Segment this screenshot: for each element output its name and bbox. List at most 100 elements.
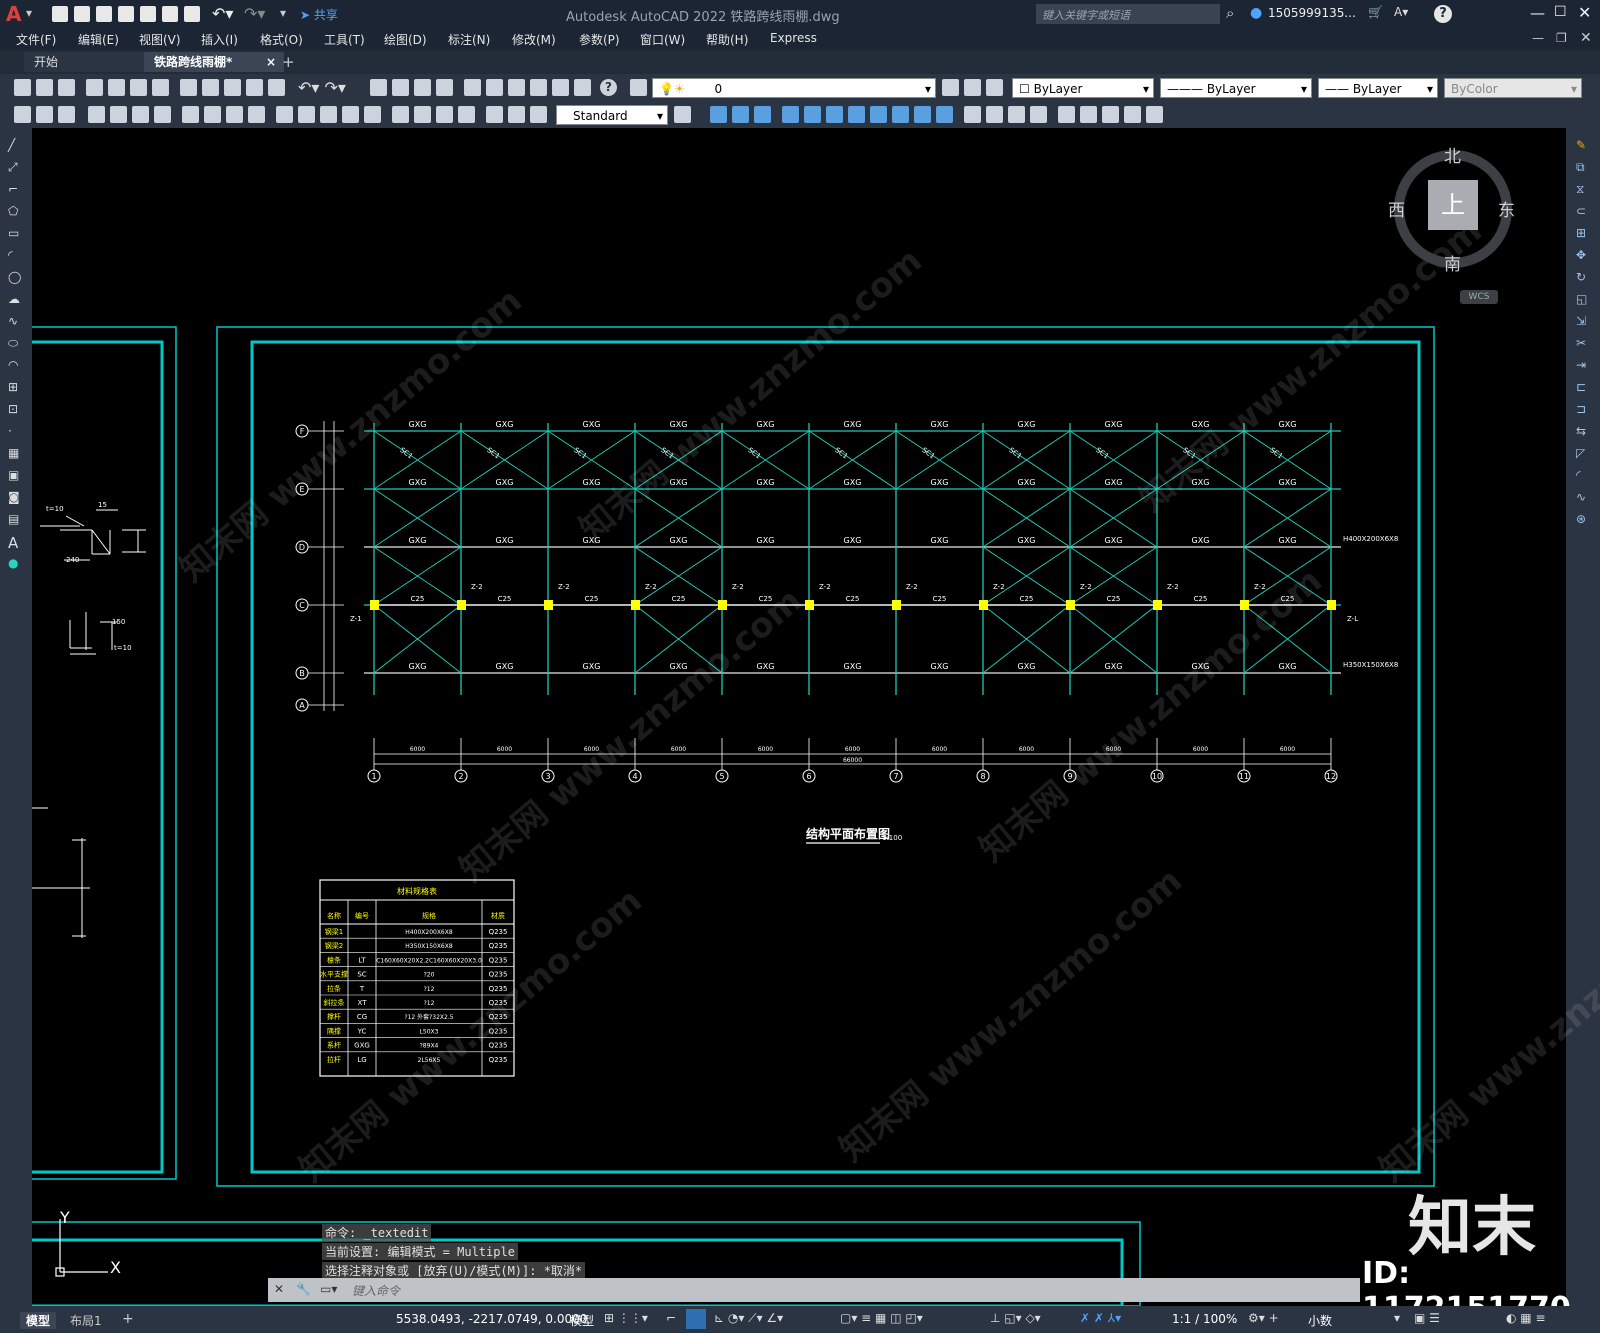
plot-icon[interactable] xyxy=(184,6,200,22)
plotstyle-dropdown[interactable]: ByColor ▾ xyxy=(1444,78,1582,98)
view-tool-8[interactable] xyxy=(870,106,887,123)
dim-radius-icon[interactable] xyxy=(182,106,199,123)
mtext-icon[interactable]: A xyxy=(8,534,18,552)
doc-close-icon[interactable]: ✕ xyxy=(1580,30,1592,46)
tab-layout1[interactable]: 布局1 xyxy=(70,1312,102,1329)
view-tool-2[interactable] xyxy=(732,106,749,123)
view-tool-11[interactable] xyxy=(936,106,953,123)
zoom-prev-icon[interactable] xyxy=(436,79,453,96)
ucs-tool-2[interactable] xyxy=(1080,106,1097,123)
recent-commands-icon[interactable]: ▭▾ xyxy=(320,1282,337,1296)
pan-icon[interactable] xyxy=(370,79,387,96)
add-selected-icon[interactable]: ● xyxy=(8,556,18,570)
menu-draw[interactable]: 绘图(D) xyxy=(384,31,427,48)
menu-view[interactable]: 视图(V) xyxy=(139,31,181,48)
wcs-menu[interactable]: WCS xyxy=(1460,290,1498,304)
extend-icon[interactable]: ⇥ xyxy=(1576,358,1586,372)
menu-modify[interactable]: 修改(M) xyxy=(512,31,556,48)
toolbar-tool-3[interactable] xyxy=(58,106,75,123)
blend-icon[interactable]: ∿ xyxy=(1576,490,1586,504)
design-center-icon[interactable] xyxy=(486,79,503,96)
color-dropdown[interactable]: ☐ ByLayer ▾ xyxy=(1012,78,1154,98)
zoom-window-icon[interactable] xyxy=(414,79,431,96)
circle-icon[interactable]: ◯ xyxy=(8,270,21,284)
stretch-icon[interactable]: ⇲ xyxy=(1576,314,1586,328)
move-icon[interactable]: ✥ xyxy=(1576,248,1586,262)
dim-update-icon[interactable] xyxy=(530,106,547,123)
inspect-icon[interactable] xyxy=(436,106,453,123)
view-tool-3[interactable] xyxy=(754,106,771,123)
make-current-icon[interactable] xyxy=(942,79,959,96)
dim-ordinate-icon[interactable] xyxy=(154,106,171,123)
view-tool-4[interactable] xyxy=(782,106,799,123)
layer-state-icon[interactable] xyxy=(986,79,1003,96)
match-prop-icon[interactable] xyxy=(246,79,263,96)
search-icon[interactable]: ⌕ xyxy=(1226,4,1234,22)
lineweight-dropdown[interactable]: —— ByLayer ▾ xyxy=(1318,78,1438,98)
save-icon[interactable] xyxy=(96,6,112,22)
point-icon[interactable]: · xyxy=(8,424,12,438)
grid-icon[interactable]: ⊞ ⋮⋮▾ xyxy=(604,1311,648,1325)
chamfer-icon[interactable]: ◸ xyxy=(1576,446,1585,460)
model-space-toggle[interactable]: 模型 xyxy=(570,1312,594,1329)
infer-icon[interactable]: ⌐ xyxy=(666,1311,676,1325)
scale-icon[interactable]: ◱ xyxy=(1576,292,1587,306)
qsave-icon[interactable] xyxy=(58,79,75,96)
hardware-accel-icon[interactable]: ▣ ☰ xyxy=(1414,1311,1440,1325)
compass-north[interactable]: 北 xyxy=(1444,142,1461,167)
a360-icon[interactable]: A▾ xyxy=(1394,5,1408,19)
save-web-icon[interactable] xyxy=(162,6,178,22)
dim-style-dropdown[interactable]: Standard ▾ xyxy=(556,105,668,125)
menu-file[interactable]: 文件(F) xyxy=(16,31,56,48)
visual-style-4[interactable] xyxy=(1030,106,1047,123)
customize-icon[interactable]: ▾ xyxy=(280,6,286,20)
copy-icon[interactable] xyxy=(202,79,219,96)
isolate-icon[interactable]: ◐ ▦ ≡ xyxy=(1506,1311,1546,1325)
search-box[interactable]: 键入关键字或短语 xyxy=(1036,4,1220,24)
minimize-icon[interactable]: — xyxy=(1530,4,1545,22)
ucs-tool-1[interactable] xyxy=(1058,106,1075,123)
menu-format[interactable]: 格式(O) xyxy=(260,31,303,48)
command-close-icon[interactable]: ✕ xyxy=(274,1282,284,1296)
workspace-icon[interactable]: ⚙▾ + xyxy=(1248,1311,1279,1325)
quick-dim-icon[interactable] xyxy=(276,106,293,123)
revcloud-icon[interactable]: ☁ xyxy=(8,292,20,306)
erase-icon[interactable]: ✎ xyxy=(1576,138,1586,152)
undo-toolbar-icon[interactable]: ↶▾ ↷▾ xyxy=(298,78,346,97)
ellipse-icon[interactable]: ⬭ xyxy=(8,336,18,351)
mirror-icon[interactable]: ⧖ xyxy=(1576,182,1584,197)
dim-space-icon[interactable] xyxy=(342,106,359,123)
menu-tools[interactable]: 工具(T) xyxy=(324,31,365,48)
polygon-icon[interactable]: ⬠ xyxy=(8,204,18,218)
visual-style-2[interactable] xyxy=(986,106,1003,123)
menu-express[interactable]: Express xyxy=(770,31,817,45)
layer-dropdown[interactable]: 💡☀ 0 ▾ xyxy=(652,78,936,98)
fillet-icon[interactable]: ◜ xyxy=(1576,468,1581,482)
viewcube-top-face[interactable]: 上 xyxy=(1428,180,1478,230)
table-icon[interactable]: ▤ xyxy=(8,512,19,526)
drawing-canvas[interactable]: t=10 15 240 150 t=10 GXG GXG GXG GXG C25 SC1 GXG GX… xyxy=(8,128,1600,1326)
polyline-icon[interactable]: ⌐ xyxy=(8,182,18,196)
gradient-icon[interactable]: ▣ xyxy=(8,468,19,482)
hatch-icon[interactable]: ▦ xyxy=(8,446,19,460)
linetype-dropdown[interactable]: ——— ByLayer ▾ xyxy=(1160,78,1312,98)
dim-baseline-icon[interactable] xyxy=(298,106,315,123)
zoom-realtime-icon[interactable] xyxy=(392,79,409,96)
user-name[interactable]: 1505999135... xyxy=(1268,6,1356,20)
sheet-set-icon[interactable] xyxy=(530,79,547,96)
dim-break-icon[interactable] xyxy=(364,106,381,123)
help-toolbar-icon[interactable]: ? xyxy=(600,79,617,96)
paste-icon[interactable] xyxy=(224,79,241,96)
offset-icon[interactable]: ⊂ xyxy=(1576,204,1586,218)
annotation-icon[interactable]: ✗ ✗ ⅄▾ xyxy=(1080,1311,1121,1325)
view-tool-1[interactable] xyxy=(710,106,727,123)
block-editor-icon[interactable] xyxy=(268,79,285,96)
menu-dimension[interactable]: 标注(N) xyxy=(448,31,490,48)
qopen-icon[interactable] xyxy=(36,79,53,96)
dim-style-icon[interactable] xyxy=(674,106,691,123)
toolbar-tool-1[interactable] xyxy=(14,106,31,123)
ucs-tool-4[interactable] xyxy=(1124,106,1141,123)
menu-parameter[interactable]: 参数(P) xyxy=(579,31,620,48)
view-tool-5[interactable] xyxy=(804,106,821,123)
line-icon[interactable]: ╱ xyxy=(8,138,15,152)
